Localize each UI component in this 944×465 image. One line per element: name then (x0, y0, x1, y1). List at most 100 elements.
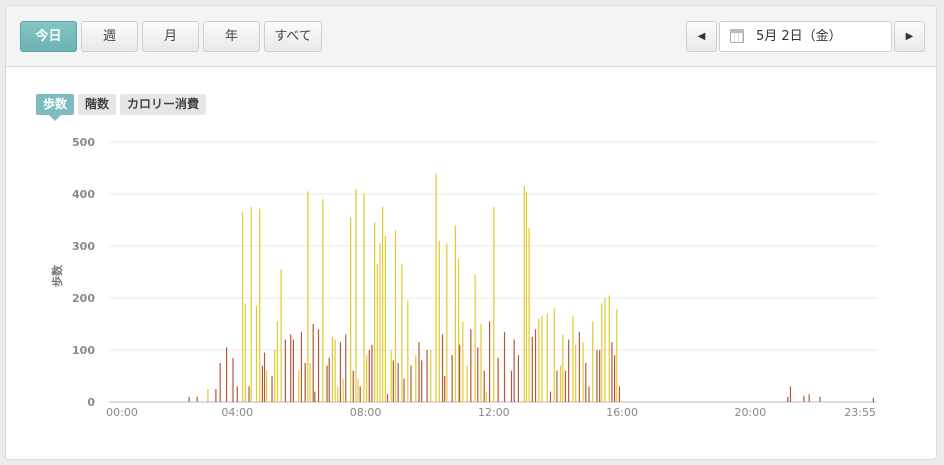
step-bar-yellow (523, 186, 525, 402)
y-tick-label: 300 (72, 240, 95, 253)
step-bar-yellow (457, 259, 460, 402)
step-bar-yellow (525, 191, 528, 402)
metric-tab-steps[interactable]: 歩数 (36, 94, 75, 121)
step-bar-yellow (582, 342, 584, 402)
step-bar-yellow (334, 339, 336, 402)
next-day-button[interactable]: ▶ (894, 21, 925, 52)
step-bar-yellow (560, 365, 562, 402)
metric-tab-calories[interactable]: カロリー消費 (120, 94, 207, 115)
step-bar-yellow (466, 365, 468, 402)
step-bar-yellow (454, 225, 456, 402)
step-bar-red (549, 391, 552, 402)
step-bar-red (403, 378, 405, 402)
step-bar-red (232, 357, 234, 402)
step-bar-red (618, 386, 621, 402)
step-bar-yellow (541, 316, 543, 402)
step-bar-yellow (394, 230, 397, 402)
step-bar-yellow (572, 316, 574, 402)
step-bar-red (386, 394, 389, 402)
x-tick-label: 12:00 (478, 406, 510, 419)
y-axis-ticks: 0 100 200 300 400 500 (72, 136, 95, 409)
step-bar-red (410, 365, 412, 402)
step-bar-yellow (604, 298, 606, 402)
step-bar-red (477, 347, 479, 402)
step-bar-red (317, 329, 320, 402)
date-label: 5月 2日（金） (756, 29, 842, 44)
step-bar-yellow (207, 389, 209, 402)
step-bar-yellow (435, 173, 437, 402)
step-bar-yellow (390, 350, 392, 402)
chart-bars (188, 173, 874, 402)
step-bar-yellow (259, 208, 261, 402)
step-bar-yellow (446, 243, 448, 402)
step-bar-red (483, 370, 485, 402)
y-tick-label: 200 (72, 292, 95, 305)
step-bar-red (248, 386, 250, 402)
x-axis-ticks: 00:00 04:00 08:00 12:00 16:00 20:00 23:55 (106, 406, 876, 419)
x-tick-label: 23:55 (844, 406, 876, 419)
step-bar-yellow (322, 199, 324, 402)
step-bar-yellow (266, 370, 268, 402)
step-bar-red (368, 350, 370, 402)
metric-tabs: 歩数 階数 カロリー消費 (36, 94, 210, 121)
x-tick-label: 16:00 (606, 406, 638, 419)
step-bar-yellow (244, 303, 246, 402)
step-bar-yellow (355, 188, 357, 402)
step-bar-red (596, 350, 598, 402)
step-bar-yellow (592, 321, 594, 402)
step-bar-red (564, 370, 567, 402)
period-button-all[interactable]: すべて (264, 21, 322, 52)
metric-tab-floors[interactable]: 階数 (78, 94, 117, 115)
step-bar-red (534, 329, 537, 402)
x-tick-label: 04:00 (221, 406, 253, 419)
step-bar-yellow (342, 378, 344, 402)
step-bar-yellow (255, 305, 258, 402)
step-bar-yellow (298, 370, 300, 402)
date-picker[interactable]: 5月 2日（金） (719, 21, 892, 52)
step-bar-red (588, 386, 590, 402)
step-bar-red (304, 363, 306, 402)
y-tick-label: 500 (72, 136, 95, 149)
step-bar-yellow (379, 243, 381, 402)
step-bar-yellow (608, 295, 610, 402)
step-bar-yellow (616, 309, 618, 402)
step-bar-yellow (538, 318, 540, 402)
step-bar-red (215, 389, 217, 402)
step-bar-red (196, 396, 198, 402)
step-bar-red (418, 342, 420, 402)
prev-day-button[interactable]: ◀ (686, 21, 717, 52)
step-bar-red (510, 370, 513, 402)
step-bar-yellow (349, 217, 352, 402)
steps-chart: 0 100 200 300 400 500 00:00 04:00 08:00 12:00 16:… (50, 136, 876, 419)
y-tick-label: 0 (87, 396, 95, 409)
period-button-week[interactable]: 週 (81, 21, 138, 52)
step-bar-red (371, 344, 373, 402)
step-bar-red (517, 355, 520, 402)
step-bar-red (261, 365, 264, 402)
step-bar-red (292, 339, 295, 402)
step-bar-yellow (401, 264, 403, 402)
triangle-right-icon: ▶ (905, 31, 914, 42)
step-bar-red (789, 386, 792, 402)
step-bar-red (359, 386, 361, 402)
step-bar-yellow (307, 191, 309, 402)
period-selector: 今日 週 月 年 すべて (20, 21, 326, 52)
period-button-today[interactable]: 今日 (20, 21, 77, 52)
period-button-month[interactable]: 月 (142, 21, 199, 52)
step-bar-yellow (242, 212, 244, 402)
x-tick-label: 08:00 (350, 406, 382, 419)
step-bar-yellow (280, 269, 282, 402)
period-button-year[interactable]: 年 (203, 21, 260, 52)
step-bar-red (345, 334, 347, 402)
step-bar-yellow (438, 240, 440, 402)
chart-grid (109, 141, 876, 403)
step-bar-red (444, 376, 446, 402)
step-bar-red (497, 357, 499, 402)
step-bar-yellow (553, 308, 555, 402)
step-bar-red (787, 396, 789, 402)
step-bar-red (808, 394, 810, 402)
step-bar-yellow (601, 303, 603, 402)
step-bar-red (352, 370, 354, 402)
step-bar-red (314, 391, 316, 402)
step-bar-red (459, 344, 461, 402)
